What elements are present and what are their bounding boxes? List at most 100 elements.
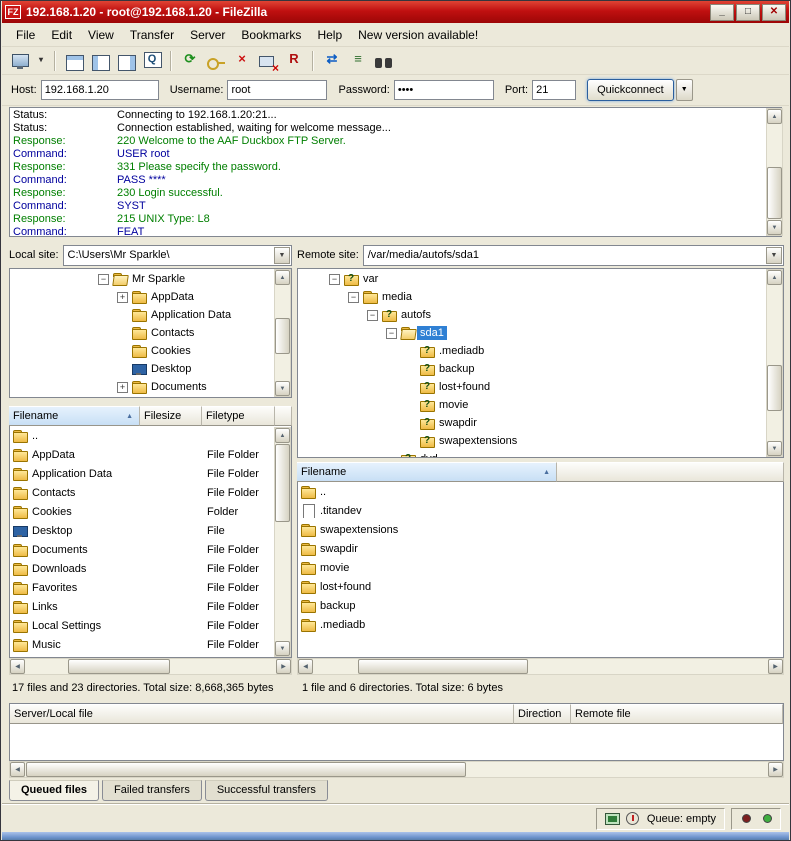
scroll-up-icon[interactable]: ▲ [275, 428, 290, 443]
expander-icon[interactable] [117, 364, 128, 375]
expander-icon[interactable] [348, 292, 359, 303]
expander-icon[interactable] [117, 328, 128, 339]
menu-item[interactable]: File [8, 25, 43, 45]
password-input[interactable] [394, 80, 494, 100]
expander-icon[interactable] [117, 310, 128, 321]
tree-item[interactable]: backup [298, 360, 783, 378]
scrollbar-thumb[interactable] [275, 318, 290, 354]
file-row[interactable]: AppData File Folder [10, 445, 274, 464]
maximize-button[interactable]: □ [736, 4, 760, 21]
file-row[interactable]: movie [298, 558, 783, 577]
toggle-queue-icon[interactable]: Q [140, 48, 164, 70]
column-header-filename[interactable]: Filename ▲ [297, 462, 557, 482]
expander-icon[interactable] [405, 382, 416, 393]
local-site-combo[interactable]: C:\Users\Mr Sparkle\ ▼ [63, 245, 292, 266]
tree-item[interactable]: swapdir [298, 414, 783, 432]
title-bar[interactable]: 192.168.1.20 - root@192.168.1.20 - FileZ… [2, 1, 789, 23]
close-button[interactable]: ✕ [762, 4, 786, 21]
file-row[interactable]: .mediadb [298, 615, 783, 634]
tree-item[interactable]: Cookies [10, 342, 291, 360]
expander-icon[interactable] [117, 346, 128, 357]
file-row[interactable]: swapextensions [298, 520, 783, 539]
tree-item[interactable]: Mr Sparkle [10, 270, 291, 288]
remote-tree-scrollbar[interactable]: ▲ ▼ [766, 269, 783, 457]
file-row[interactable]: Contacts File Folder [10, 483, 274, 502]
tree-item[interactable]: Documents [10, 378, 291, 396]
file-row[interactable]: Local Settings File Folder [10, 616, 274, 635]
port-input[interactable] [532, 80, 576, 100]
scrollbar-thumb[interactable] [767, 365, 782, 411]
scroll-down-icon[interactable]: ▼ [767, 441, 782, 456]
minimize-button[interactable]: _ [710, 4, 734, 21]
synchronized-browsing-icon[interactable]: ≡ [346, 47, 370, 69]
file-row[interactable]: Links File Folder [10, 597, 274, 616]
find-files-icon[interactable] [372, 52, 396, 74]
column-header-server-local-file[interactable]: Server/Local file [10, 704, 514, 724]
scrollbar-thumb[interactable] [68, 659, 170, 674]
scroll-right-icon[interactable]: ▶ [768, 659, 783, 674]
queue-hscrollbar[interactable]: ◀ ▶ [9, 761, 784, 778]
file-row[interactable]: .titandev [298, 501, 783, 520]
expander-icon[interactable] [405, 346, 416, 357]
quickconnect-dropdown-icon[interactable]: ▼ [676, 79, 693, 101]
menu-item[interactable]: New version available! [350, 25, 486, 45]
tree-item[interactable]: AppData [10, 288, 291, 306]
menu-item[interactable]: Server [182, 25, 233, 45]
tree-item[interactable]: Application Data [10, 306, 291, 324]
scroll-left-icon[interactable]: ◀ [10, 762, 25, 777]
expander-icon[interactable] [117, 292, 128, 303]
scrollbar-thumb[interactable] [767, 167, 782, 219]
expander-icon[interactable] [405, 364, 416, 375]
column-header-direction[interactable]: Direction [514, 704, 571, 724]
chevron-down-icon[interactable]: ▼ [274, 247, 290, 264]
toggle-message-log-icon[interactable] [62, 51, 86, 73]
scroll-right-icon[interactable]: ▶ [276, 659, 291, 674]
file-row[interactable]: Desktop File [10, 521, 274, 540]
local-tree-scrollbar[interactable]: ▲ ▼ [274, 269, 291, 397]
expander-icon[interactable] [405, 418, 416, 429]
tab-successful-transfers[interactable]: Successful transfers [205, 780, 328, 801]
file-row[interactable]: Application Data File Folder [10, 464, 274, 483]
chevron-down-icon[interactable]: ▼ [766, 247, 782, 264]
column-header-filename[interactable]: Filename ▲ [9, 406, 140, 426]
tree-item[interactable]: sda1 [298, 324, 783, 342]
column-header-remote-file[interactable]: Remote file [571, 704, 783, 724]
scroll-up-icon[interactable]: ▲ [767, 270, 782, 285]
expander-icon[interactable] [117, 382, 128, 393]
tree-item[interactable]: Desktop [10, 360, 291, 378]
tree-item[interactable]: Contacts [10, 324, 291, 342]
tab-failed-transfers[interactable]: Failed transfers [102, 780, 202, 801]
menu-item[interactable]: View [80, 25, 122, 45]
local-list-scrollbar[interactable]: ▲ ▼ [274, 427, 291, 657]
scroll-left-icon[interactable]: ◀ [10, 659, 25, 674]
remote-site-combo[interactable]: /var/media/autofs/sda1 ▼ [363, 245, 784, 266]
scroll-right-icon[interactable]: ▶ [768, 762, 783, 777]
expander-icon[interactable] [367, 310, 378, 321]
column-header-filetype[interactable]: Filetype [202, 406, 275, 426]
quickconnect-button[interactable]: Quickconnect [587, 79, 674, 101]
expander-icon[interactable] [405, 400, 416, 411]
cancel-icon[interactable]: × [230, 47, 254, 69]
site-manager-icon[interactable] [8, 51, 32, 73]
toggle-local-tree-icon[interactable] [88, 51, 112, 73]
local-tree-list-splitter[interactable] [9, 398, 292, 406]
menu-item[interactable]: Transfer [122, 25, 182, 45]
site-manager-dropdown-icon[interactable]: ▾ [34, 48, 48, 70]
file-row[interactable]: Documents File Folder [10, 540, 274, 559]
remote-list-hscrollbar[interactable]: ◀ ▶ [297, 658, 784, 675]
column-header-filesize[interactable]: Filesize [140, 406, 202, 426]
file-row[interactable]: Downloads File Folder [10, 559, 274, 578]
reconnect-icon[interactable]: R [282, 47, 306, 69]
log-scrollbar[interactable]: ▲ ▼ [766, 108, 783, 236]
file-row[interactable]: Cookies Folder [10, 502, 274, 521]
file-row[interactable]: Music File Folder [10, 635, 274, 654]
menu-item[interactable]: Help [309, 25, 350, 45]
tree-item[interactable]: lost+found [298, 378, 783, 396]
expander-icon[interactable] [98, 274, 109, 285]
tree-item[interactable]: dvd [298, 450, 783, 458]
tree-item[interactable]: swapextensions [298, 432, 783, 450]
host-input[interactable] [41, 80, 159, 100]
scrollbar-thumb[interactable] [358, 659, 528, 674]
tree-item[interactable]: movie [298, 396, 783, 414]
scroll-up-icon[interactable]: ▲ [275, 270, 290, 285]
